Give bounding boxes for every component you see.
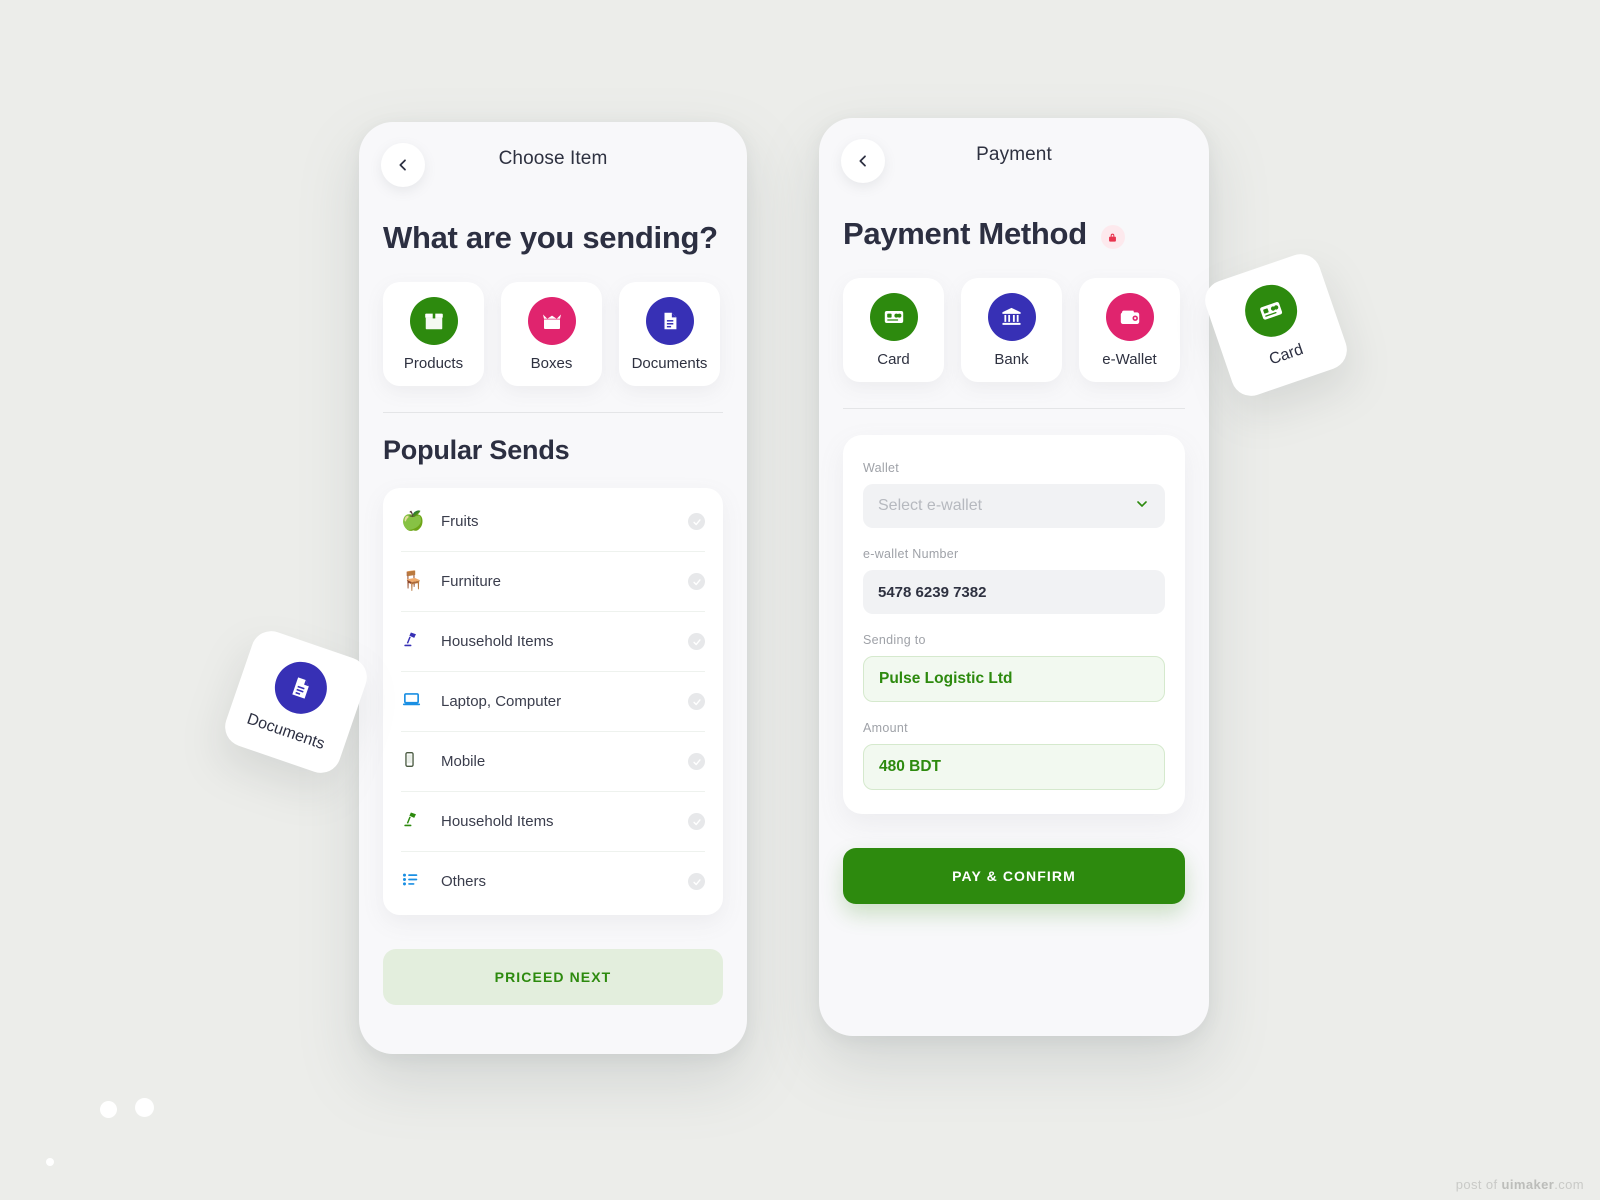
bank-icon: [987, 292, 1036, 341]
check-icon[interactable]: [688, 513, 705, 530]
canvas: Choose Item What are you sending? Produc…: [0, 0, 1600, 1200]
wallet-select[interactable]: Select e-wallet: [863, 484, 1165, 528]
proceed-next-button[interactable]: PRICEED NEXT: [383, 949, 723, 1005]
laptop-icon: [401, 689, 441, 714]
check-icon[interactable]: [688, 753, 705, 770]
sending-to-input[interactable]: Pulse Logistic Ltd: [863, 656, 1165, 702]
tile-products-label: Products: [403, 354, 464, 372]
credit-card-icon: [1238, 277, 1305, 344]
right-divider: [843, 408, 1185, 409]
list-item-label: Fruits: [441, 513, 479, 530]
sending-to-label: Sending to: [863, 633, 926, 647]
check-icon[interactable]: [688, 693, 705, 710]
item-type-tiles: Products Boxes Documents: [359, 256, 747, 386]
pay-and-confirm-button[interactable]: PAY & CONFIRM: [843, 848, 1185, 904]
popular-sends-title: Popular Sends: [383, 435, 570, 465]
credit-card-icon: [869, 292, 918, 341]
tile-documents-label: Documents: [631, 354, 708, 372]
list-item-label: Furniture: [441, 573, 502, 590]
floating-card-documents-label: Documents: [244, 710, 327, 753]
list-item[interactable]: Others: [401, 852, 705, 911]
right-appbar-title: Payment: [976, 144, 1052, 165]
floating-card-card[interactable]: Card: [1199, 248, 1353, 402]
left-divider: [383, 412, 723, 413]
list-item-label: Household Items: [441, 813, 554, 830]
tile-bank[interactable]: Bank: [961, 278, 1062, 382]
list-item[interactable]: Household Items: [401, 792, 705, 852]
left-heading-text: What are you sending?: [383, 220, 718, 255]
document-icon: [645, 296, 694, 345]
list-icon: [401, 870, 441, 893]
open-box-icon: [527, 296, 576, 345]
wallet-label: Wallet: [863, 461, 900, 475]
tile-card-label: Card: [877, 350, 910, 368]
payment-method-tiles: Card Bank e-Wallet: [819, 252, 1209, 382]
decor-dot: [135, 1098, 154, 1117]
left-page-heading: What are you sending?: [383, 208, 747, 256]
decor-dot: [46, 1158, 54, 1166]
list-item-label: Household Items: [441, 633, 554, 650]
check-icon[interactable]: [688, 633, 705, 650]
phone-payment: Payment Payment Method Card Bank e-Walle…: [819, 118, 1209, 1036]
mobile-phone-icon: [401, 751, 441, 772]
tile-ewallet[interactable]: e-Wallet: [1079, 278, 1180, 382]
tile-ewallet-label: e-Wallet: [1102, 350, 1157, 368]
wallet-select-value: Select e-wallet: [878, 497, 983, 514]
check-icon[interactable]: [688, 813, 705, 830]
list-item[interactable]: Laptop, Computer: [401, 672, 705, 732]
ewallet-number-label: e-wallet Number: [863, 547, 959, 561]
floating-card-documents[interactable]: Documents: [219, 625, 373, 779]
right-appbar: Payment: [819, 118, 1209, 204]
watermark-prefix: post of: [1455, 1177, 1502, 1192]
document-icon: [267, 654, 334, 721]
list-item-label: Laptop, Computer: [441, 693, 562, 710]
tile-documents[interactable]: Documents: [619, 282, 720, 386]
decor-dot: [100, 1101, 117, 1118]
list-item-label: Mobile: [441, 753, 486, 770]
amount-input[interactable]: 480 BDT: [863, 744, 1165, 790]
package-icon: [409, 296, 458, 345]
phone-choose-item: Choose Item What are you sending? Produc…: [359, 122, 747, 1054]
apple-icon: 🍏: [401, 511, 425, 532]
armchair-icon: 🪑: [401, 571, 425, 592]
chevron-down-icon: [1134, 496, 1150, 517]
tile-bank-label: Bank: [994, 350, 1029, 368]
watermark-suffix: .com: [1554, 1177, 1584, 1192]
watermark-brand: uimaker: [1501, 1177, 1555, 1192]
floating-card-card-label: Card: [1267, 341, 1306, 369]
list-item[interactable]: 🍏 Fruits: [401, 492, 705, 552]
list-item[interactable]: Household Items: [401, 612, 705, 672]
left-appbar: Choose Item: [359, 122, 747, 208]
watermark: post of uimaker.com: [1456, 1177, 1584, 1192]
tile-card[interactable]: Card: [843, 278, 944, 382]
wallet-icon: [1105, 292, 1154, 341]
tile-products[interactable]: Products: [383, 282, 484, 386]
amount-label: Amount: [863, 721, 908, 735]
lock-icon: [1100, 225, 1125, 249]
list-item[interactable]: 🪑 Furniture: [401, 552, 705, 612]
tile-boxes-label: Boxes: [530, 354, 573, 372]
check-icon[interactable]: [688, 573, 705, 590]
list-item[interactable]: Mobile: [401, 732, 705, 792]
check-icon[interactable]: [688, 873, 705, 890]
desk-lamp-icon: [401, 810, 441, 833]
list-item-label: Others: [441, 873, 487, 890]
payment-form: Wallet Select e-wallet e-wallet Number 5…: [843, 435, 1185, 814]
tile-boxes[interactable]: Boxes: [501, 282, 602, 386]
ewallet-number-input[interactable]: 5478 6239 7382: [863, 570, 1165, 614]
right-heading-text: Payment Method: [843, 216, 1087, 251]
popular-sends-list: 🍏 Fruits 🪑 Furniture Household Items Lap…: [383, 488, 723, 915]
right-page-heading: Payment Method: [843, 204, 1209, 252]
left-appbar-title: Choose Item: [498, 148, 608, 169]
desk-lamp-icon: [401, 630, 441, 653]
